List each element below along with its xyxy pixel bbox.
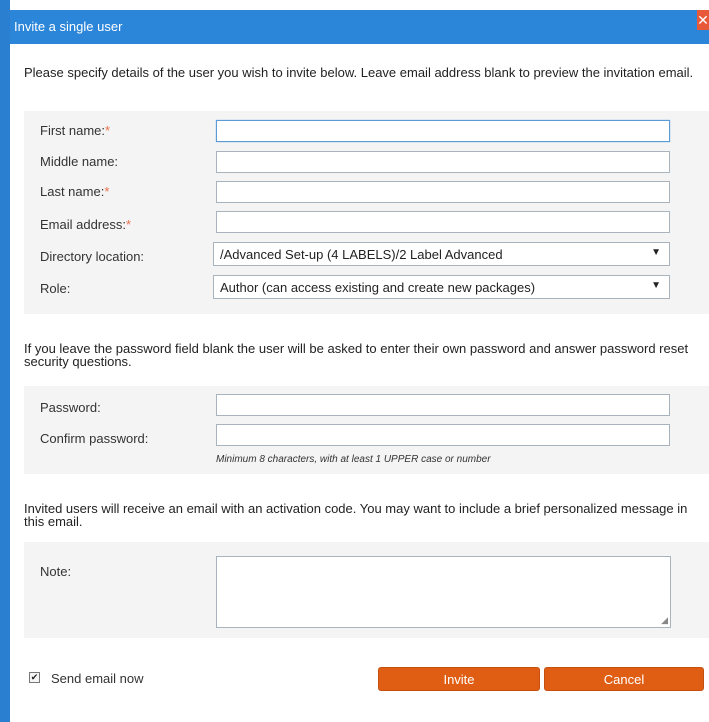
- send-email-checkbox[interactable]: ✔: [29, 672, 40, 683]
- directory-location-select[interactable]: /Advanced Set-up (4 LABELS)/2 Label Adva…: [213, 242, 670, 266]
- first-name-label: First name:*: [40, 123, 111, 138]
- password-hint: Minimum 8 characters, with at least 1 UP…: [216, 454, 491, 465]
- middle-name-label: Middle name:: [40, 154, 119, 169]
- intro-text: Please specify details of the user you w…: [24, 65, 694, 80]
- note-textarea[interactable]: ◢: [216, 556, 671, 628]
- confirm-password-field[interactable]: [216, 424, 670, 446]
- password-label: Password:: [40, 400, 101, 415]
- role-label: Role:: [40, 281, 71, 296]
- chevron-down-icon: ▼: [651, 280, 661, 291]
- check-icon: ✔: [30, 672, 39, 682]
- user-details-panel: First name:* Middle name: Last name:* Em…: [24, 111, 709, 314]
- invite-info-text: Invited users will receive an email with…: [24, 501, 688, 529]
- dialog-titlebar: Invite a single user ✕: [10, 10, 709, 44]
- directory-location-label: Directory location:: [40, 249, 145, 264]
- cancel-button[interactable]: Cancel: [544, 667, 704, 691]
- role-value: Author (can access existing and create n…: [220, 280, 536, 295]
- close-icon[interactable]: ✕: [697, 10, 709, 30]
- password-panel: Password: Confirm password: Minimum 8 ch…: [24, 386, 709, 474]
- left-accent-bar: [0, 0, 10, 722]
- resize-grip-icon[interactable]: ◢: [661, 615, 668, 626]
- password-info-text: If you leave the password field blank th…: [24, 341, 689, 369]
- middle-name-field[interactable]: [216, 151, 670, 173]
- password-field[interactable]: [216, 394, 670, 416]
- invite-button[interactable]: Invite: [378, 667, 540, 691]
- first-name-field[interactable]: [216, 120, 670, 142]
- confirm-password-label: Confirm password:: [40, 431, 149, 446]
- chevron-down-icon: ▼: [651, 247, 661, 258]
- note-label: Note:: [40, 564, 72, 579]
- email-field[interactable]: [216, 211, 670, 233]
- last-name-label: Last name:*: [40, 184, 110, 199]
- invite-user-dialog: Invite a single user ✕ Please specify de…: [0, 0, 709, 722]
- note-panel: Note: ◢: [24, 542, 709, 638]
- role-select[interactable]: Author (can access existing and create n…: [213, 275, 670, 299]
- email-label: Email address:*: [40, 217, 132, 232]
- last-name-field[interactable]: [216, 181, 670, 203]
- directory-location-value: /Advanced Set-up (4 LABELS)/2 Label Adva…: [220, 247, 503, 262]
- dialog-title: Invite a single user: [14, 19, 123, 34]
- send-email-label: Send email now: [51, 671, 144, 686]
